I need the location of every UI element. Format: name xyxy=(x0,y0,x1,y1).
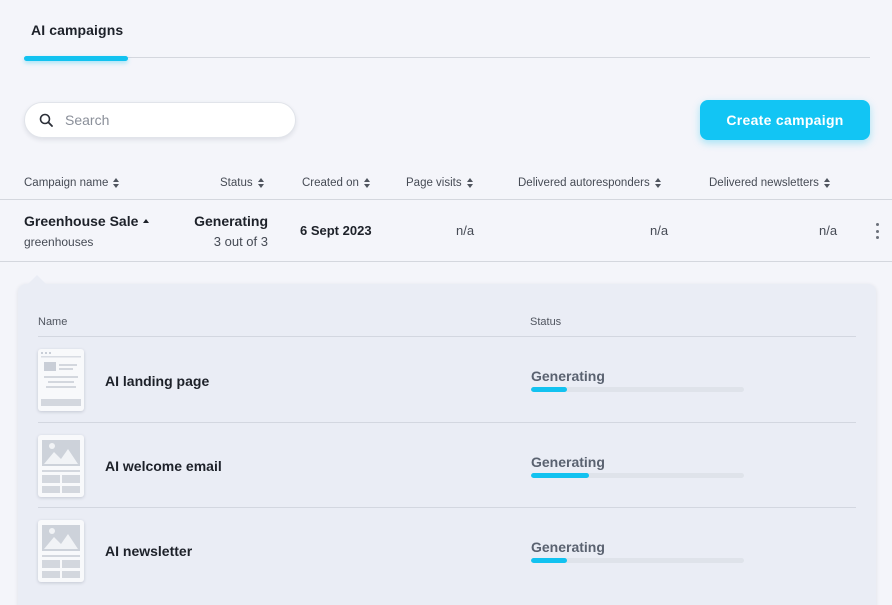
create-campaign-button[interactable]: Create campaign xyxy=(700,100,870,140)
tab-bar: AI campaigns xyxy=(24,0,870,61)
more-options-icon[interactable] xyxy=(872,222,882,240)
landing-page-thumbnail-icon xyxy=(38,349,84,411)
campaign-delivered-autoresponders: n/a xyxy=(650,223,669,238)
campaign-created-on: 6 Sept 2023 xyxy=(300,223,372,238)
asset-name: AI newsletter xyxy=(105,543,193,559)
collapse-caret-icon[interactable] xyxy=(143,219,150,223)
asset-row-newsletter[interactable]: AI newsletter Generating xyxy=(38,508,856,594)
asset-progress-bar xyxy=(531,558,744,563)
search-icon xyxy=(39,113,53,127)
asset-progress-bar xyxy=(531,473,744,478)
details-column-name: Name xyxy=(38,316,68,328)
sort-icon xyxy=(113,178,120,188)
campaign-name[interactable]: Greenhouse Sale xyxy=(24,213,150,229)
sort-icon xyxy=(654,178,661,188)
campaign-page-visits: n/a xyxy=(456,223,475,238)
asset-row-welcome-email[interactable]: AI welcome email Generating xyxy=(38,423,856,509)
column-header-status[interactable]: Status xyxy=(220,177,264,189)
search-box[interactable] xyxy=(24,102,296,138)
asset-name: AI welcome email xyxy=(105,458,222,474)
column-label: Delivered autoresponders xyxy=(518,177,650,189)
campaign-details-panel: Name Status AI landing page Generating A… xyxy=(18,275,876,605)
column-label: Delivered newsletters xyxy=(709,177,819,189)
newsletter-thumbnail-icon xyxy=(38,520,84,582)
sort-icon xyxy=(823,178,830,188)
column-label: Created on xyxy=(302,177,359,189)
asset-status: Generating xyxy=(531,368,605,384)
asset-status: Generating xyxy=(531,454,605,470)
tab-label: AI campaigns xyxy=(31,22,124,38)
campaign-name-text: Greenhouse Sale xyxy=(24,213,139,229)
details-column-status: Status xyxy=(530,316,562,328)
column-header-created-on[interactable]: Created on xyxy=(302,177,370,189)
campaign-delivered-newsletters: n/a xyxy=(819,223,838,238)
sort-icon xyxy=(363,178,370,188)
column-header-page-visits[interactable]: Page visits xyxy=(406,177,473,189)
asset-status: Generating xyxy=(531,539,605,555)
campaign-row[interactable]: Greenhouse Sale greenhouses Generating 3… xyxy=(0,200,892,262)
asset-progress-bar xyxy=(531,387,744,392)
campaign-subtitle: greenhouses xyxy=(24,235,94,249)
column-label: Status xyxy=(220,177,253,189)
asset-progress-fill xyxy=(531,558,568,563)
tab-ai-campaigns[interactable]: AI campaigns xyxy=(24,22,128,61)
campaign-status-text: Generating xyxy=(194,213,268,229)
email-thumbnail-icon xyxy=(38,435,84,497)
asset-name: AI landing page xyxy=(105,373,210,389)
asset-progress-fill xyxy=(531,387,568,392)
column-header-campaign-name[interactable]: Campaign name xyxy=(24,177,120,189)
search-input[interactable] xyxy=(65,112,265,128)
column-header-delivered-newsletters[interactable]: Delivered newsletters xyxy=(709,177,830,189)
campaign-status-progress: 3 out of 3 xyxy=(213,234,268,249)
column-label: Page visits xyxy=(406,177,462,189)
column-label: Campaign name xyxy=(24,177,109,189)
sort-icon xyxy=(257,178,264,188)
campaign-status: Generating 3 out of 3 xyxy=(194,213,268,249)
asset-row-landing-page[interactable]: AI landing page Generating xyxy=(38,337,856,423)
active-tab-indicator xyxy=(24,56,128,61)
sort-icon xyxy=(466,178,473,188)
column-header-delivered-autoresponders[interactable]: Delivered autoresponders xyxy=(518,177,661,189)
asset-progress-fill xyxy=(531,473,589,478)
